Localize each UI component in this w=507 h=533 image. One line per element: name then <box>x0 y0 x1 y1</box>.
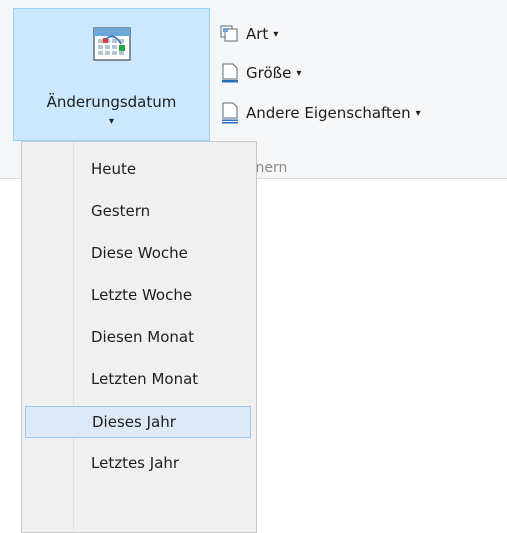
kind-label: Art <box>246 25 269 43</box>
other-properties-button[interactable]: Andere Eigenschaften ▾ <box>220 100 421 126</box>
menu-item-this-week[interactable]: Diese Woche <box>25 238 251 270</box>
menu-item-yesterday[interactable]: Gestern <box>25 196 251 228</box>
menu-item-label: Heute <box>91 160 137 178</box>
menu-item-label: Letzte Woche <box>91 286 193 304</box>
size-button[interactable]: Größe ▾ <box>220 60 301 86</box>
chevron-down-icon: ▾ <box>108 116 115 127</box>
menu-item-last-week[interactable]: Letzte Woche <box>25 280 251 312</box>
menu-item-label: Dieses Jahr <box>92 413 176 431</box>
menu-item-last-month[interactable]: Letzten Monat <box>25 364 251 396</box>
menu-item-last-year[interactable]: Letztes Jahr <box>25 448 251 480</box>
menu-item-label: Diese Woche <box>91 244 188 262</box>
menu-item-label: Gestern <box>91 202 151 220</box>
menu-item-label: Letzten Monat <box>91 370 199 388</box>
size-icon <box>222 63 238 83</box>
chevron-down-icon: ▾ <box>273 28 279 40</box>
date-modified-button[interactable]: Änderungsdatum ▾ <box>13 8 210 141</box>
kind-button[interactable]: Art ▾ <box>220 21 278 47</box>
menu-item-this-year[interactable]: Dieses Jahr <box>25 406 251 438</box>
menu-item-label: Letztes Jahr <box>91 454 180 472</box>
date-modified-label: Änderungsdatum <box>46 93 177 111</box>
kind-icon <box>220 25 238 42</box>
menu-item-label: Diesen Monat <box>91 328 194 346</box>
date-modified-dropdown: Heute Gestern Diese Woche Letzte Woche D… <box>21 141 257 533</box>
chevron-down-icon: ▾ <box>415 107 421 119</box>
other-properties-label: Andere Eigenschaften <box>246 104 411 122</box>
size-label: Größe <box>246 64 292 82</box>
menu-item-today[interactable]: Heute <box>25 154 251 186</box>
calendar-icon <box>93 27 131 61</box>
properties-icon <box>222 102 238 124</box>
menu-item-this-month[interactable]: Diesen Monat <box>25 322 251 354</box>
chevron-down-icon: ▾ <box>296 67 302 79</box>
